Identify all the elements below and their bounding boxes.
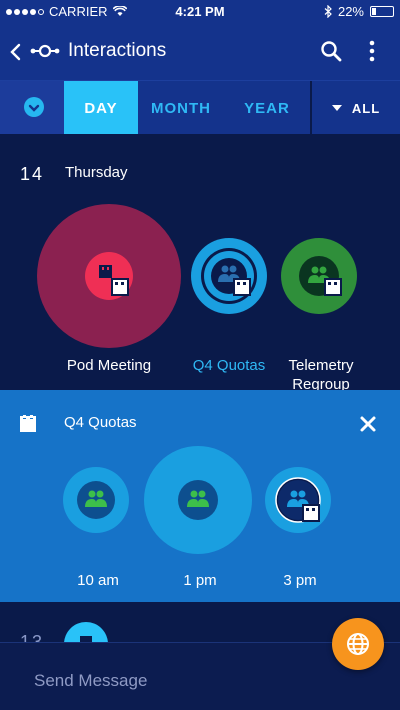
calendar-button[interactable]	[0, 81, 64, 135]
calendar-icon	[20, 414, 36, 432]
nav-bar: Interactions	[0, 24, 400, 80]
calendar-badge-icon	[324, 278, 342, 296]
bluetooth-icon	[324, 5, 332, 18]
calendar-badge-icon	[302, 504, 320, 522]
back-icon[interactable]	[8, 40, 24, 64]
battery-icon	[370, 6, 394, 17]
bubble-label-q4-quotas[interactable]: Q4 Quotas	[179, 356, 279, 375]
battery-percent: 22%	[337, 4, 364, 19]
tab-year[interactable]: YEAR	[224, 81, 310, 135]
calendar-icon	[99, 265, 112, 278]
time-bubbles	[63, 446, 331, 554]
status-right: 22%	[324, 4, 394, 19]
day-section: 14 Thursday Pod Meeting Q4 Quotas Teleme…	[0, 134, 400, 393]
time-bubble-10am[interactable]	[63, 467, 129, 533]
logo-icon	[30, 44, 60, 58]
detail-panel: Q4 Quotas 10 am 1 pm 3 pm	[0, 390, 400, 602]
globe-icon	[347, 633, 369, 655]
time-bubble-3pm[interactable]	[265, 467, 331, 533]
status-bar: CARRIER 4:21 PM 22%	[0, 0, 400, 24]
bubble-label-telemetry-regroup[interactable]: Telemetry Regroup	[279, 356, 363, 394]
close-icon[interactable]	[358, 414, 378, 434]
dropdown-arrow-icon	[331, 105, 342, 111]
all-filter-dropdown[interactable]: ALL	[310, 81, 400, 135]
globe-button[interactable]	[332, 618, 384, 670]
time-bubble-1pm[interactable]	[144, 446, 252, 554]
tab-day[interactable]: DAY	[64, 81, 138, 135]
search-icon[interactable]	[320, 40, 342, 62]
all-filter-label: ALL	[351, 100, 381, 116]
bubble-q4-quotas[interactable]	[191, 238, 267, 314]
calendar-icon	[24, 97, 44, 117]
bubble-telemetry-regroup[interactable]	[281, 238, 357, 314]
calendar-badge-icon	[111, 278, 129, 296]
battery-fill	[372, 8, 377, 15]
next-day-number: 13	[20, 632, 45, 642]
day-bubbles	[37, 204, 357, 348]
bubble-pod-meeting[interactable]	[37, 204, 181, 348]
bubble-label-pod-meeting[interactable]: Pod Meeting	[49, 356, 169, 375]
tab-month[interactable]: MONTH	[138, 81, 224, 135]
next-day-bubble[interactable]	[64, 622, 108, 642]
more-icon[interactable]	[368, 40, 376, 62]
detail-title: Q4 Quotas	[64, 414, 137, 431]
send-message-input[interactable]: Send Message	[34, 671, 147, 691]
time-label-10am: 10 am	[77, 572, 119, 589]
time-label-3pm: 3 pm	[283, 572, 317, 589]
calendar-badge-icon	[233, 278, 251, 296]
time-label-1pm: 1 pm	[183, 572, 217, 589]
page-title: Interactions	[68, 40, 167, 61]
filter-bar: DAY MONTH YEAR ALL	[0, 80, 400, 135]
